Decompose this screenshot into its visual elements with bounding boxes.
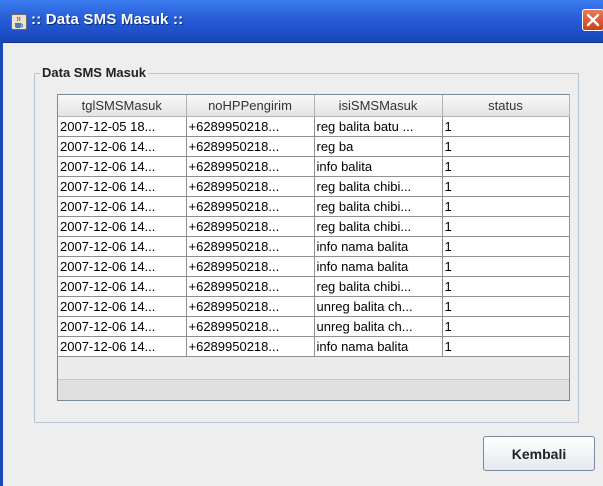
table-cell[interactable]: unreg balita ch...	[313, 316, 443, 337]
table-row[interactable]: 2007-12-06 14... +6289950218... info nama …	[58, 336, 570, 357]
table-cell[interactable]: +6289950218...	[185, 296, 315, 317]
table-row[interactable]: 2007-12-06 14... +6289950218... info nama …	[58, 236, 570, 257]
table-cell[interactable]: 2007-12-06 14...	[58, 316, 187, 337]
table-cell[interactable]: 2007-12-06 14...	[58, 336, 187, 357]
table-cell[interactable]: reg ba	[313, 136, 443, 157]
column-header-nohppengirim[interactable]: noHPPengirim	[185, 95, 315, 117]
table-cell[interactable]: 1	[441, 336, 570, 357]
table-cell[interactable]: 1	[441, 216, 570, 237]
table-row[interactable]: 2007-12-06 14... +6289950218... info balit…	[58, 156, 570, 177]
table-cell[interactable]: 2007-12-05 18...	[58, 116, 187, 137]
sms-table-scrollpane[interactable]: tglSMSMasuk noHPPengirim isiSMSMasuk sta…	[57, 94, 570, 401]
table-cell[interactable]: 1	[441, 176, 570, 197]
table-row[interactable]: 2007-12-05 18... +6289950218... reg balita…	[58, 116, 570, 137]
table-cell[interactable]: +6289950218...	[185, 176, 315, 197]
table-cell[interactable]: info balita	[313, 156, 443, 177]
table-cell[interactable]: +6289950218...	[185, 196, 315, 217]
table-cell[interactable]: 1	[441, 136, 570, 157]
table-cell[interactable]: +6289950218...	[185, 236, 315, 257]
table-cell[interactable]: +6289950218...	[185, 116, 315, 137]
table-row[interactable]: 2007-12-06 14... +6289950218... reg balita…	[58, 276, 570, 297]
table-cell[interactable]: reg balita chibi...	[313, 196, 443, 217]
table-cell[interactable]: 2007-12-06 14...	[58, 176, 187, 197]
table-cell[interactable]: 2007-12-06 14...	[58, 196, 187, 217]
column-header-isismsmasuk[interactable]: isiSMSMasuk	[313, 95, 443, 117]
table-cell[interactable]: +6289950218...	[185, 336, 315, 357]
table-cell[interactable]: +6289950218...	[185, 276, 315, 297]
table-row[interactable]: 2007-12-06 14... +6289950218... reg ba 1	[58, 136, 570, 157]
table-cell[interactable]: 1	[441, 296, 570, 317]
column-header-status[interactable]: status	[441, 95, 570, 117]
table-cell[interactable]: 1	[441, 256, 570, 277]
table-cell[interactable]: 2007-12-06 14...	[58, 236, 187, 257]
sms-table[interactable]: tglSMSMasuk noHPPengirim isiSMSMasuk sta…	[58, 95, 570, 357]
table-cell[interactable]: reg balita batu ...	[313, 116, 443, 137]
table-cell[interactable]: +6289950218...	[185, 216, 315, 237]
table-cell[interactable]: +6289950218...	[185, 316, 315, 337]
table-header-row: tglSMSMasuk noHPPengirim isiSMSMasuk sta…	[58, 95, 570, 117]
table-cell[interactable]: info nama balita	[313, 256, 443, 277]
table-cell[interactable]: 2007-12-06 14...	[58, 256, 187, 277]
table-cell[interactable]: 1	[441, 316, 570, 337]
table-cell[interactable]: info nama balita	[313, 236, 443, 257]
table-cell[interactable]: reg balita chibi...	[313, 176, 443, 197]
table-row[interactable]: 2007-12-06 14... +6289950218... unreg bali…	[58, 296, 570, 317]
horizontal-scrollbar[interactable]	[58, 379, 569, 400]
close-button[interactable]	[582, 9, 603, 31]
title-bar: :: Data SMS Masuk ::	[0, 0, 603, 43]
close-icon	[586, 13, 600, 27]
table-cell[interactable]: 1	[441, 276, 570, 297]
table-cell[interactable]: 2007-12-06 14...	[58, 136, 187, 157]
window-title: :: Data SMS Masuk ::	[31, 11, 184, 28]
group-title: Data SMS Masuk	[40, 65, 149, 80]
table-row[interactable]: 2007-12-06 14... +6289950218... reg balita…	[58, 196, 570, 217]
table-cell[interactable]: reg balita chibi...	[313, 276, 443, 297]
java-cup-icon[interactable]	[11, 14, 27, 30]
table-cell[interactable]: unreg balita ch...	[313, 296, 443, 317]
table-cell[interactable]: 1	[441, 236, 570, 257]
table-cell[interactable]: info nama balita	[313, 336, 443, 357]
table-cell[interactable]: +6289950218...	[185, 136, 315, 157]
table-cell[interactable]: +6289950218...	[185, 256, 315, 277]
table-cell[interactable]: +6289950218...	[185, 156, 315, 177]
column-header-tglsmsmasuk[interactable]: tglSMSMasuk	[58, 95, 187, 117]
back-button[interactable]: Kembali	[483, 436, 595, 471]
table-cell[interactable]: 2007-12-06 14...	[58, 216, 187, 237]
table-cell[interactable]: 2007-12-06 14...	[58, 156, 187, 177]
table-cell[interactable]: 1	[441, 196, 570, 217]
table-row[interactable]: 2007-12-06 14... +6289950218... reg balita…	[58, 216, 570, 237]
table-row[interactable]: 2007-12-06 14... +6289950218... unreg bali…	[58, 316, 570, 337]
table-row[interactable]: 2007-12-06 14... +6289950218... reg balita…	[58, 176, 570, 197]
table-cell[interactable]: 1	[441, 156, 570, 177]
table-cell[interactable]: 2007-12-06 14...	[58, 276, 187, 297]
table-cell[interactable]: reg balita chibi...	[313, 216, 443, 237]
table-cell[interactable]: 1	[441, 116, 570, 137]
table-cell[interactable]: 2007-12-06 14...	[58, 296, 187, 317]
table-row[interactable]: 2007-12-06 14... +6289950218... info nama …	[58, 256, 570, 277]
